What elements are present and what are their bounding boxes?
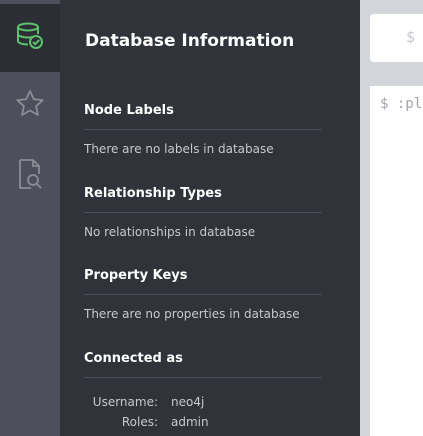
- username-value: neo4j: [171, 395, 205, 409]
- database-icon: [15, 21, 45, 56]
- nav-database-information[interactable]: [0, 4, 60, 72]
- frame-command[interactable]: $ :pl: [380, 96, 422, 112]
- relationship-types-section: Relationship Types No relationships in d…: [84, 184, 322, 239]
- username-row: Username: neo4j: [84, 392, 322, 412]
- drawer-title: Database Information: [85, 31, 295, 51]
- property-keys-section: Property Keys There are no properties in…: [84, 266, 322, 321]
- node-labels-header: Node Labels: [84, 101, 322, 130]
- node-labels-empty-text: There are no labels in database: [84, 142, 274, 156]
- query-editor[interactable]: $: [370, 14, 423, 62]
- database-information-drawer: Database Information Node Labels There a…: [60, 0, 360, 436]
- relationship-types-header: Relationship Types: [84, 184, 322, 213]
- property-keys-header: Property Keys: [84, 266, 322, 295]
- roles-row: Roles: admin: [84, 412, 322, 432]
- node-labels-section: Node Labels There are no labels in datab…: [84, 101, 322, 156]
- star-icon: [14, 88, 46, 125]
- connected-as-header: Connected as: [84, 349, 322, 378]
- editor-prompt: $: [406, 28, 416, 46]
- property-keys-empty-text: There are no properties in database: [84, 307, 300, 321]
- nav-documents[interactable]: [0, 142, 60, 210]
- roles-label: Roles:: [121, 415, 158, 429]
- connected-as-section: Connected as Username: neo4j Roles: admi…: [84, 349, 322, 432]
- result-frame: $ :pl: [370, 86, 423, 436]
- main-area: $ $ :pl: [360, 0, 423, 436]
- document-search-icon: [15, 158, 45, 195]
- sidebar-nav: [0, 0, 60, 436]
- username-label: Username:: [92, 395, 158, 409]
- nav-favorites[interactable]: [0, 72, 60, 140]
- relationship-types-empty-text: No relationships in database: [84, 225, 256, 239]
- roles-value: admin: [171, 415, 209, 429]
